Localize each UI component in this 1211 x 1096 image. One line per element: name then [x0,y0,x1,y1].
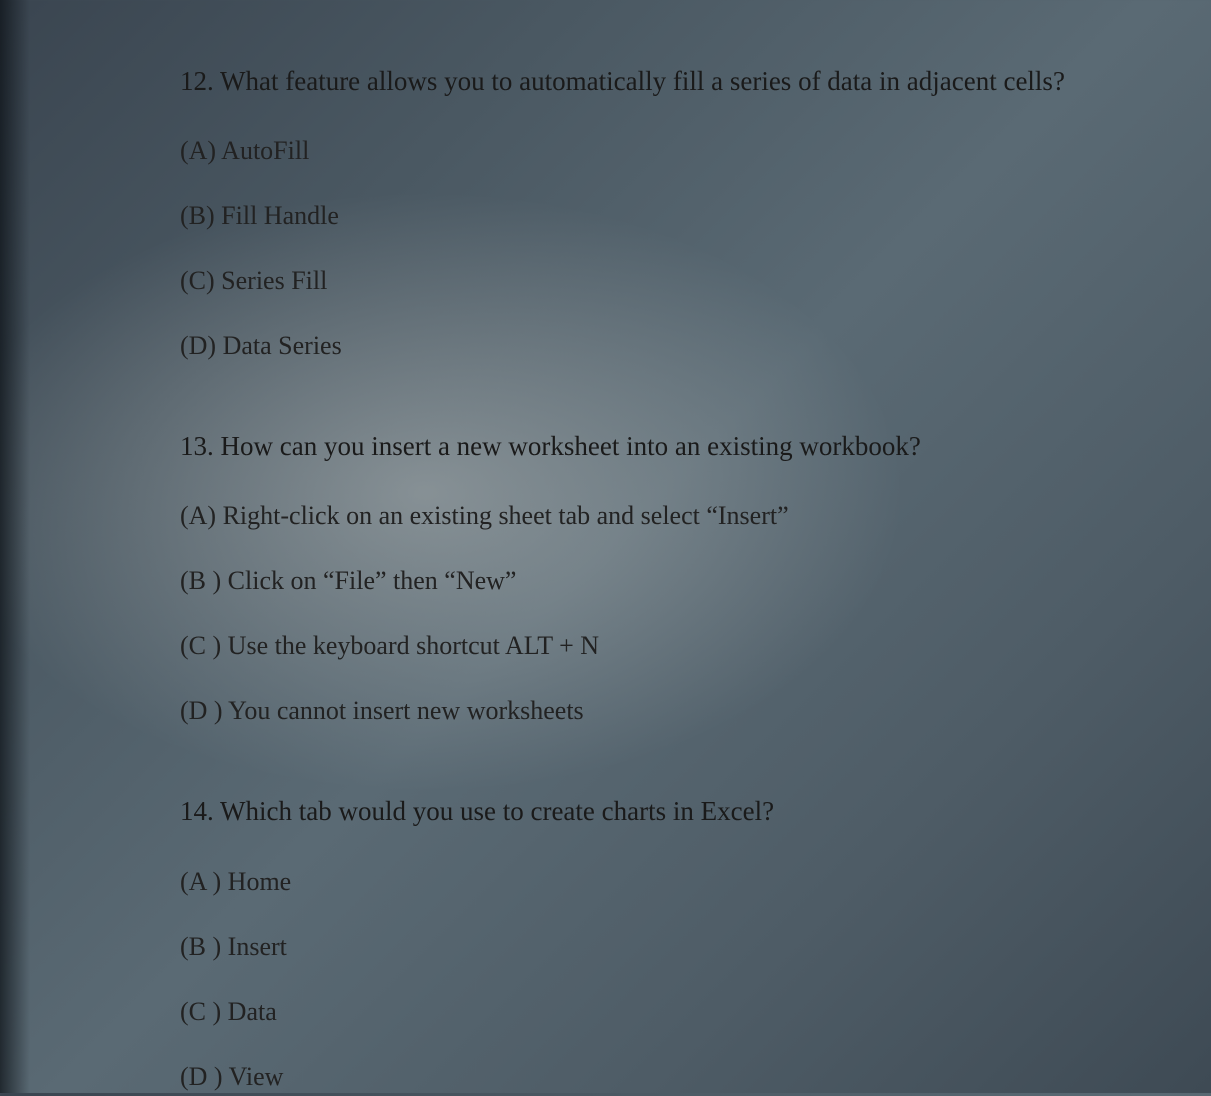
option-text: Data [228,997,277,1026]
question-text: 12. What feature allows you to automatic… [180,60,1211,103]
option-text: Click on “File” then “New” [228,566,517,595]
question-block: 13. How can you insert a new worksheet i… [180,425,1211,730]
question-number: 13. [180,431,221,461]
answer-option: (C ) Use the keyboard shortcut ALT + N [180,626,1211,665]
option-label: (D ) [180,1062,229,1091]
option-text: Use the keyboard shortcut ALT + N [228,631,599,660]
option-text: Data Series [223,331,342,360]
answer-option: (B ) Click on “File” then “New” [180,561,1211,600]
question-number: 14. [180,796,220,826]
option-label: (B ) [180,566,228,595]
option-text: Home [228,867,292,896]
answer-option: (D ) View [180,1057,1211,1096]
option-label: (B) [180,201,221,230]
question-block: 12. What feature allows you to automatic… [180,60,1211,365]
option-label: (A) [180,136,221,165]
answer-option: (C ) Data [180,992,1211,1031]
question-prompt: Which tab would you use to create charts… [220,796,774,826]
option-text: Insert [228,932,287,961]
answer-option: (A) AutoFill [180,131,1211,170]
question-prompt: What feature allows you to automatically… [220,66,1065,96]
option-text: Right-click on an existing sheet tab and… [223,501,789,530]
question-text: 14. Which tab would you use to create ch… [180,790,1211,833]
option-label: (A) [180,501,223,530]
answer-option: (B) Fill Handle [180,196,1211,235]
answer-option: (D ) You cannot insert new worksheets [180,691,1211,730]
question-text: 13. How can you insert a new worksheet i… [180,425,1211,468]
answer-option: (A ) Home [180,862,1211,901]
option-text: View [229,1062,284,1091]
option-text: Series Fill [221,266,327,295]
document-content: 12. What feature allows you to automatic… [180,60,1211,1096]
option-label: (C) [180,266,221,295]
option-label: (B ) [180,932,228,961]
answer-option: (C) Series Fill [180,261,1211,300]
option-text: You cannot insert new worksheets [228,696,584,725]
answer-option: (B ) Insert [180,927,1211,966]
option-text: Fill Handle [221,201,339,230]
question-prompt: How can you insert a new worksheet into … [221,431,921,461]
option-label: (D ) [180,696,228,725]
answer-option: (D) Data Series [180,326,1211,365]
answer-option: (A) Right-click on an existing sheet tab… [180,496,1211,535]
option-text: AutoFill [221,136,309,165]
question-block: 14. Which tab would you use to create ch… [180,790,1211,1095]
option-label: (D) [180,331,223,360]
option-label: (C ) [180,997,228,1026]
question-number: 12. [180,66,220,96]
option-label: (C ) [180,631,228,660]
option-label: (A ) [180,867,228,896]
